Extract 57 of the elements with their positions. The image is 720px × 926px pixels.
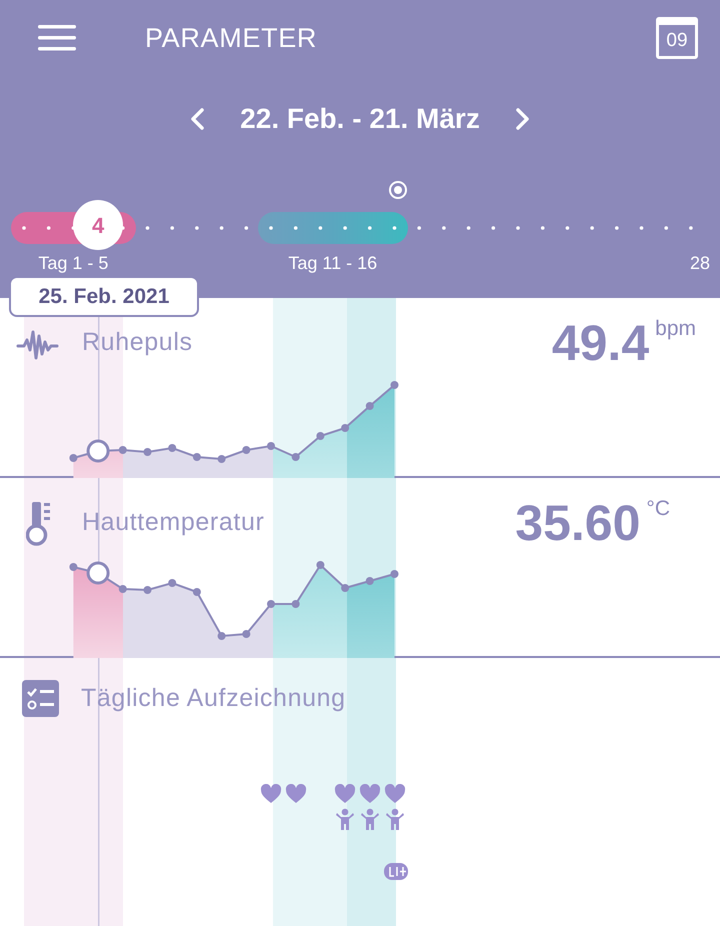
heart-icon	[284, 784, 307, 804]
metric-value: 49.4	[552, 318, 650, 368]
screen-title: PARAMETER	[145, 22, 318, 55]
data-point	[341, 584, 350, 592]
metric-unit: °C	[646, 498, 670, 519]
data-point	[242, 630, 250, 638]
data-point	[267, 442, 275, 450]
selected-day[interactable]: 4	[73, 200, 124, 250]
data-point	[192, 588, 201, 596]
heart-icon	[334, 784, 356, 804]
data-point	[316, 432, 324, 440]
person-icon	[386, 808, 404, 830]
data-point	[118, 446, 127, 454]
heart-icon	[260, 784, 282, 804]
metric-label: Hauttemperatur	[82, 507, 264, 538]
checklist-icon	[22, 680, 59, 718]
heart-icon	[384, 784, 406, 804]
data-point	[144, 586, 152, 594]
data-point	[292, 453, 300, 461]
cycle-length: 28	[690, 252, 710, 275]
test-strip-icon	[384, 863, 408, 880]
data-point	[192, 453, 201, 461]
calendar-button[interactable]: 09	[656, 17, 698, 59]
data-point	[267, 600, 275, 608]
data-point	[390, 381, 398, 389]
data-point	[292, 600, 300, 608]
data-point	[168, 444, 176, 452]
section-title: Tägliche Aufzeichnung	[81, 683, 346, 714]
selected-point[interactable]	[86, 440, 110, 462]
phase-label: Tag 11 - 16	[288, 252, 378, 275]
data-point	[316, 561, 324, 569]
data-point	[366, 577, 374, 585]
chevron-left-icon[interactable]	[190, 108, 204, 130]
menu-icon[interactable]	[38, 24, 76, 52]
data-point	[366, 402, 374, 410]
data-point	[218, 632, 226, 640]
selected-point[interactable]	[86, 562, 110, 584]
metric-value: 35.60	[515, 498, 640, 548]
data-point	[242, 446, 250, 454]
target-icon	[388, 180, 408, 200]
data-point	[168, 579, 176, 587]
data-point	[341, 424, 350, 432]
data-point	[69, 563, 78, 571]
metric-unit: bpm	[655, 318, 696, 339]
data-point	[390, 570, 398, 578]
date-range: 22. Feb. - 21. März	[240, 102, 480, 136]
heart-icon	[358, 784, 381, 804]
data-point	[69, 454, 78, 462]
date-tooltip: 25. Feb. 2021	[9, 276, 199, 317]
person-icon	[336, 808, 354, 830]
phase-label: Tag 1 - 5	[38, 252, 108, 275]
data-point	[218, 455, 226, 463]
chevron-right-icon[interactable]	[516, 108, 530, 130]
metric-label: Ruhepuls	[82, 327, 193, 358]
person-icon	[360, 808, 379, 830]
data-point	[118, 585, 127, 593]
data-point	[144, 448, 152, 456]
